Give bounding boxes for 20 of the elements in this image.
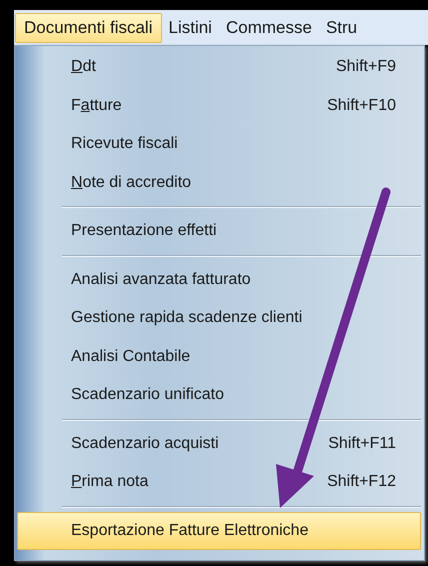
menu-item[interactable]: Prima nota Shift+F12 — [17, 463, 421, 502]
menu-item[interactable]: Ddt Shift+F9 — [17, 48, 421, 86]
shortcut-label: Shift+F11 — [328, 434, 396, 454]
menu-item[interactable]: Analisi avanzata fatturato — [17, 260, 421, 299]
menu-bar-item[interactable]: Commesse — [218, 12, 319, 42]
menu-item[interactable]: Esportazione Fatture Elettroniche — [17, 512, 421, 550]
menu-item[interactable]: Analisi Contabile — [17, 338, 421, 376]
menu-item[interactable]: Presentazione effetti — [17, 212, 421, 250]
shortcut-label: Shift+F12 — [327, 472, 396, 492]
menu-item[interactable]: Ricevute fiscali — [17, 125, 421, 164]
shortcut-label: Shift+F10 — [327, 96, 396, 116]
menu-item[interactable]: Scadenzario unificato — [17, 376, 421, 414]
menu-item[interactable]: Scadenzario acquisti Shift+F11 — [17, 424, 421, 463]
shortcut-label: Shift+F9 — [336, 57, 396, 78]
menu-item[interactable]: Fatture Shift+F10 — [17, 86, 421, 125]
menu-item[interactable]: Gestione rapida scadenze clienti — [17, 299, 421, 338]
menu-bar-item[interactable]: Documenti fiscali — [15, 12, 162, 42]
menu-bar-item[interactable]: Listini — [162, 12, 219, 42]
menu-bar-item[interactable]: Stru — [318, 12, 364, 42]
menu-item[interactable]: Note di accredito — [17, 164, 421, 202]
